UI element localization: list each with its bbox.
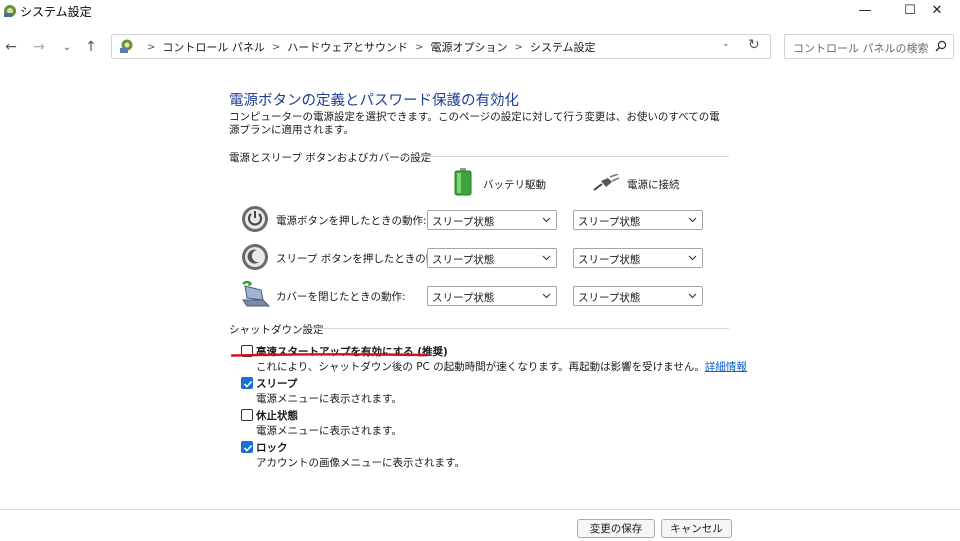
chevron-down-icon — [688, 255, 697, 261]
power-plug-icon — [593, 174, 620, 191]
forward-button[interactable]: → — [28, 37, 50, 57]
breadcrumb-separator: > — [514, 41, 523, 53]
breadcrumb-separator: > — [147, 41, 156, 53]
sleep-button-action-label: スリープ ボタンを押したときの動作: — [276, 253, 451, 265]
hibernate-checkbox[interactable] — [241, 409, 253, 421]
control-panel-icon — [120, 39, 133, 53]
sleep-button-plugged-select[interactable]: スリープ状態 — [573, 248, 703, 268]
window-title: システム設定 — [20, 5, 92, 19]
search-placeholder: コントロール パネルの検索 — [793, 42, 929, 55]
power-button-plugged-select[interactable]: スリープ状態 — [573, 210, 703, 230]
page-description: コンピューターの電源設定を選択できます。このページの設定に対して行う変更は、お使… — [229, 111, 720, 136]
checkmark-icon — [243, 380, 253, 388]
back-button[interactable]: ← — [0, 37, 22, 57]
sleep-checkbox[interactable] — [241, 377, 253, 389]
minimize-button[interactable]: — — [842, 0, 888, 20]
lock-checkbox[interactable] — [241, 441, 253, 453]
select-value: スリープ状態 — [432, 292, 495, 304]
breadcrumb-separator: > — [415, 41, 424, 53]
breadcrumb-item-control-panel[interactable]: コントロール パネル — [162, 39, 265, 55]
chevron-down-icon — [542, 217, 551, 223]
section-divider — [400, 156, 729, 157]
recent-locations-button[interactable]: ⌄ — [56, 37, 78, 57]
search-input[interactable]: コントロール パネルの検索 — [784, 34, 954, 59]
select-value: スリープ状態 — [578, 254, 641, 266]
select-value: スリープ状態 — [432, 254, 495, 266]
select-value: スリープ状態 — [578, 216, 641, 228]
chevron-down-icon — [688, 217, 697, 223]
hibernate-description: 電源メニューに表示されます。 — [256, 425, 402, 437]
fast-startup-description-text: これにより、シャットダウン後の PC の起動時間が速くなります。再起動は影響を受… — [256, 361, 705, 373]
breadcrumb-item-hardware-sound[interactable]: ハードウェアとサウンド — [287, 39, 408, 55]
hibernate-label[interactable]: 休止状態 — [256, 408, 298, 423]
battery-icon — [454, 168, 472, 196]
section-heading-buttons: 電源とスリープ ボタンおよびカバーの設定 — [229, 152, 432, 164]
lid-close-action-label: カバーを閉じたときの動作: — [276, 291, 406, 303]
checkmark-icon — [243, 444, 253, 452]
close-button[interactable]: ✕ — [914, 0, 960, 20]
title-bar — [0, 0, 960, 30]
select-value: スリープ状態 — [432, 216, 495, 228]
save-changes-button[interactable]: 変更の保存 — [577, 519, 655, 538]
page-title: 電源ボタンの定義とパスワード保護の有効化 — [229, 93, 519, 109]
sleep-label[interactable]: スリープ — [256, 376, 297, 391]
select-value: スリープ状態 — [578, 292, 641, 304]
red-annotation-underline — [231, 353, 427, 357]
laptop-lid-icon — [242, 280, 271, 307]
cancel-button[interactable]: キャンセル — [661, 519, 732, 538]
breadcrumb-item-system-settings[interactable]: システム設定 — [530, 39, 596, 55]
column-header-plugged-in: 電源に接続 — [627, 179, 680, 191]
lock-description: アカウントの画像メニューに表示されます。 — [256, 457, 465, 469]
sleep-description: 電源メニューに表示されます。 — [256, 393, 402, 405]
lid-close-battery-select[interactable]: スリープ状態 — [427, 286, 557, 306]
chevron-down-icon — [542, 255, 551, 261]
breadcrumb: > コントロール パネル > ハードウェアとサウンド > 電源オプション > シ… — [140, 39, 596, 55]
section-heading-shutdown: シャットダウン設定 — [229, 324, 324, 336]
sleep-button-battery-select[interactable]: スリープ状態 — [427, 248, 557, 268]
fast-startup-description: これにより、シャットダウン後の PC の起動時間が速くなります。再起動は影響を受… — [256, 359, 747, 374]
column-header-battery: バッテリ駆動 — [483, 179, 546, 191]
section-divider — [308, 328, 729, 329]
more-info-link[interactable]: 詳細情報 — [705, 361, 747, 373]
search-icon — [935, 40, 947, 52]
chevron-down-icon — [688, 293, 697, 299]
up-button[interactable]: ↑ — [80, 37, 102, 57]
breadcrumb-item-power-options[interactable]: 電源オプション — [430, 39, 507, 55]
address-bar[interactable]: > コントロール パネル > ハードウェアとサウンド > 電源オプション > シ… — [111, 34, 771, 59]
power-button-battery-select[interactable]: スリープ状態 — [427, 210, 557, 230]
lock-label[interactable]: ロック — [256, 440, 288, 455]
chevron-down-icon — [542, 293, 551, 299]
breadcrumb-separator: > — [271, 41, 281, 53]
footer-divider — [0, 509, 960, 510]
control-panel-app-icon — [4, 5, 16, 17]
power-icon — [242, 206, 268, 232]
power-button-action-label: 電源ボタンを押したときの動作: — [276, 215, 427, 227]
address-dropdown-button[interactable]: ⌄ — [722, 39, 730, 49]
refresh-button[interactable]: ↻ — [748, 37, 760, 53]
sleep-icon — [242, 244, 268, 270]
lid-close-plugged-select[interactable]: スリープ状態 — [573, 286, 703, 306]
